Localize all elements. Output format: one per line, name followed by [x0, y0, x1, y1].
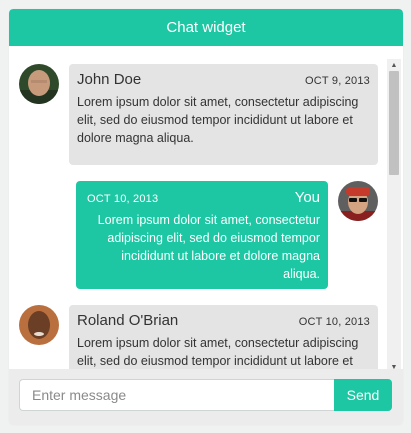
- message-list: John Doe OCT 9, 2013 Lorem ipsum dolor s…: [9, 46, 403, 369]
- triangle-up-icon[interactable]: ▲: [387, 59, 401, 71]
- chat-title: Chat widget: [166, 19, 246, 36]
- message-text: Lorem ipsum dolor sit amet, consectetur …: [77, 95, 359, 145]
- scrollbar[interactable]: ▲ ▼: [387, 59, 401, 373]
- avatar: [338, 181, 378, 221]
- message-date: OCT 10, 2013: [298, 316, 370, 328]
- chat-widget: Chat widget John Doe OCT 9, 2013 Lorem i…: [9, 9, 403, 425]
- message-bubble: OCT 10, 2013 You Lorem ipsum dolor sit a…: [76, 181, 328, 289]
- message-input[interactable]: [19, 379, 334, 411]
- avatar: [19, 305, 59, 345]
- message-text: Lorem ipsum dolor sit amet, consectetur …: [77, 336, 359, 368]
- message-date: OCT 10, 2013: [87, 193, 159, 205]
- message-item: John Doe OCT 9, 2013 Lorem ipsum dolor s…: [9, 46, 387, 166]
- message-item: OCT 10, 2013 You Lorem ipsum dolor sit a…: [9, 176, 387, 291]
- send-button[interactable]: Send: [334, 379, 392, 411]
- scrollbar-thumb[interactable]: [389, 71, 399, 175]
- avatar: [19, 64, 59, 104]
- message-bubble: John Doe OCT 9, 2013 Lorem ipsum dolor s…: [69, 64, 378, 165]
- sender-name: John Doe: [77, 71, 142, 88]
- sender-name: Roland O'Brian: [77, 312, 179, 329]
- message-text: Lorem ipsum dolor sit amet, consectetur …: [97, 213, 320, 281]
- message-composer: Send: [9, 369, 403, 425]
- sender-name: You: [294, 189, 320, 206]
- message-item: Roland O'Brian OCT 10, 2013 Lorem ipsum …: [9, 301, 387, 369]
- message-bubble: Roland O'Brian OCT 10, 2013 Lorem ipsum …: [69, 305, 378, 369]
- chat-header: Chat widget: [9, 9, 403, 46]
- message-date: OCT 9, 2013: [305, 75, 370, 87]
